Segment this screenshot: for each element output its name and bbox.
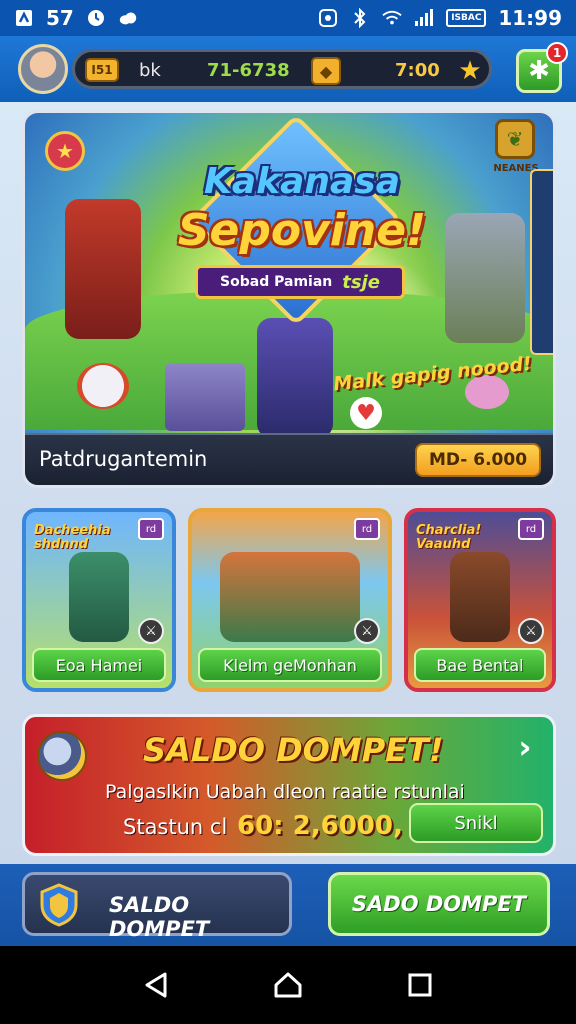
ninja-character — [257, 318, 333, 438]
trophy-icon[interactable]: ★ — [45, 131, 85, 171]
sword-icon: ⚔ — [518, 618, 544, 644]
wallet-title: SALDO DOMPET! — [143, 731, 444, 769]
wallet-action-button[interactable]: Snikl — [409, 803, 543, 843]
system-nav-bar — [0, 946, 576, 1024]
star-icon[interactable]: ★ — [453, 56, 487, 86]
hero-footer: Patdrugantemin MD- 6.000 — [25, 433, 553, 485]
bluetooth-icon — [350, 8, 370, 28]
mode-card-3[interactable]: Charclia! Vaauhd rd ⚔ Bae Bental — [404, 508, 556, 692]
game-logo: Kakanasa Sepovine! Sobad Pamian tsje — [157, 113, 437, 327]
wifi-icon — [382, 8, 402, 28]
status-left: 57 — [14, 6, 138, 30]
battery-icon: ISBAC — [446, 9, 487, 27]
player-avatar[interactable] — [18, 44, 68, 94]
mode-card-1[interactable]: Dacheehia shdnnd rd ⚔ Eoa Hamei — [22, 508, 176, 692]
mode-card-2[interactable]: rd ⚔ Klelm geMonhan — [188, 508, 392, 692]
status-bar: 57 ISBAC 11:99 — [0, 0, 576, 36]
nfc-icon — [318, 8, 338, 28]
signal-icon — [414, 8, 434, 28]
card-badge: rd — [354, 518, 380, 540]
card-badge: rd — [138, 518, 164, 540]
status-time: 11:99 — [498, 6, 562, 30]
bird-creature — [77, 363, 129, 409]
logo-title-top: Kakanasa — [203, 161, 401, 202]
knight-character — [445, 213, 525, 343]
logo-ribbon-text: Sobad Pamian — [220, 274, 333, 290]
wallet-balance-button[interactable]: SALDO DOMPET — [22, 872, 292, 941]
card-badge: rd — [518, 518, 544, 540]
wallet-banner[interactable]: SALDO DOMPET! › Palgaslkin Uabah dleon r… — [22, 714, 556, 856]
wallet-topup-button[interactable]: SADO DOMPET — [328, 872, 550, 936]
quest-button[interactable]: ❦ NEANES — [489, 119, 543, 174]
recents-icon[interactable] — [400, 965, 440, 1005]
bottom-action-bar: SALDO DOMPET SADO DOMPET — [0, 864, 576, 946]
back-icon[interactable] — [136, 965, 176, 1005]
wallet-subtitle: Palgaslkin Uabah dleon raatie rstunlai — [105, 781, 465, 803]
card-character — [450, 552, 510, 642]
card-character — [69, 552, 129, 642]
status-left-number: 57 — [46, 6, 74, 30]
card-character — [220, 552, 360, 642]
clock-icon — [86, 8, 106, 28]
resource-bar: I51 bk 71-6738 ◆ 7:00 ★ — [72, 49, 492, 89]
sword-icon: ⚔ — [354, 618, 380, 644]
card-button[interactable]: Klelm geMonhan — [198, 648, 382, 682]
leaf-icon: ❦ — [495, 119, 535, 159]
menu-button[interactable]: ✱ 1 — [516, 42, 568, 93]
card-button[interactable]: Bae Bental — [414, 648, 546, 682]
wallet-balance-label: SALDO DOMPET — [109, 893, 210, 941]
side-tab[interactable] — [530, 169, 553, 355]
top-bar: I51 bk 71-6738 ◆ 7:00 ★ ✱ 1 — [0, 36, 576, 102]
home-icon[interactable] — [268, 965, 308, 1005]
hero-price-button[interactable]: MD- 6.000 — [415, 443, 541, 477]
app-notification-icon — [14, 8, 34, 28]
gold-counter: 71-6738 — [207, 60, 290, 81]
logo-title-main: Sepovine! — [177, 205, 427, 256]
hero-footer-label: Patdrugantemin — [39, 447, 208, 471]
chevron-right-icon[interactable]: › — [509, 728, 541, 766]
hero-banner[interactable]: Kakanasa Sepovine! Sobad Pamian tsje ★ ❦… — [22, 110, 556, 488]
gem-icon[interactable]: ◆ — [311, 57, 341, 85]
notification-badge: 1 — [546, 42, 568, 64]
cannon-character — [165, 363, 245, 431]
timer-text: 7:00 — [395, 60, 440, 81]
red-warrior-character — [65, 199, 141, 339]
coin-icon — [37, 731, 87, 781]
wallet-amount: 60: 2,6000, — [237, 811, 403, 841]
player-name: bk — [139, 60, 161, 81]
card-button[interactable]: Eoa Hamei — [32, 648, 166, 682]
sword-icon: ⚔ — [138, 618, 164, 644]
logo-ribbon: Sobad Pamian tsje — [195, 265, 405, 299]
wallet-amount-label: Stastun cl — [123, 815, 228, 839]
logo-ribbon-tag: tsje — [342, 271, 380, 293]
status-right: ISBAC 11:99 — [318, 6, 562, 30]
level-badge: I51 — [85, 58, 119, 82]
heart-icon: ♥ — [350, 397, 382, 429]
card-title: Dacheehia shdnnd — [34, 523, 111, 553]
cloud-icon — [118, 8, 138, 28]
puzzle-icon: ✱ — [528, 56, 550, 86]
shield-icon — [39, 883, 79, 927]
